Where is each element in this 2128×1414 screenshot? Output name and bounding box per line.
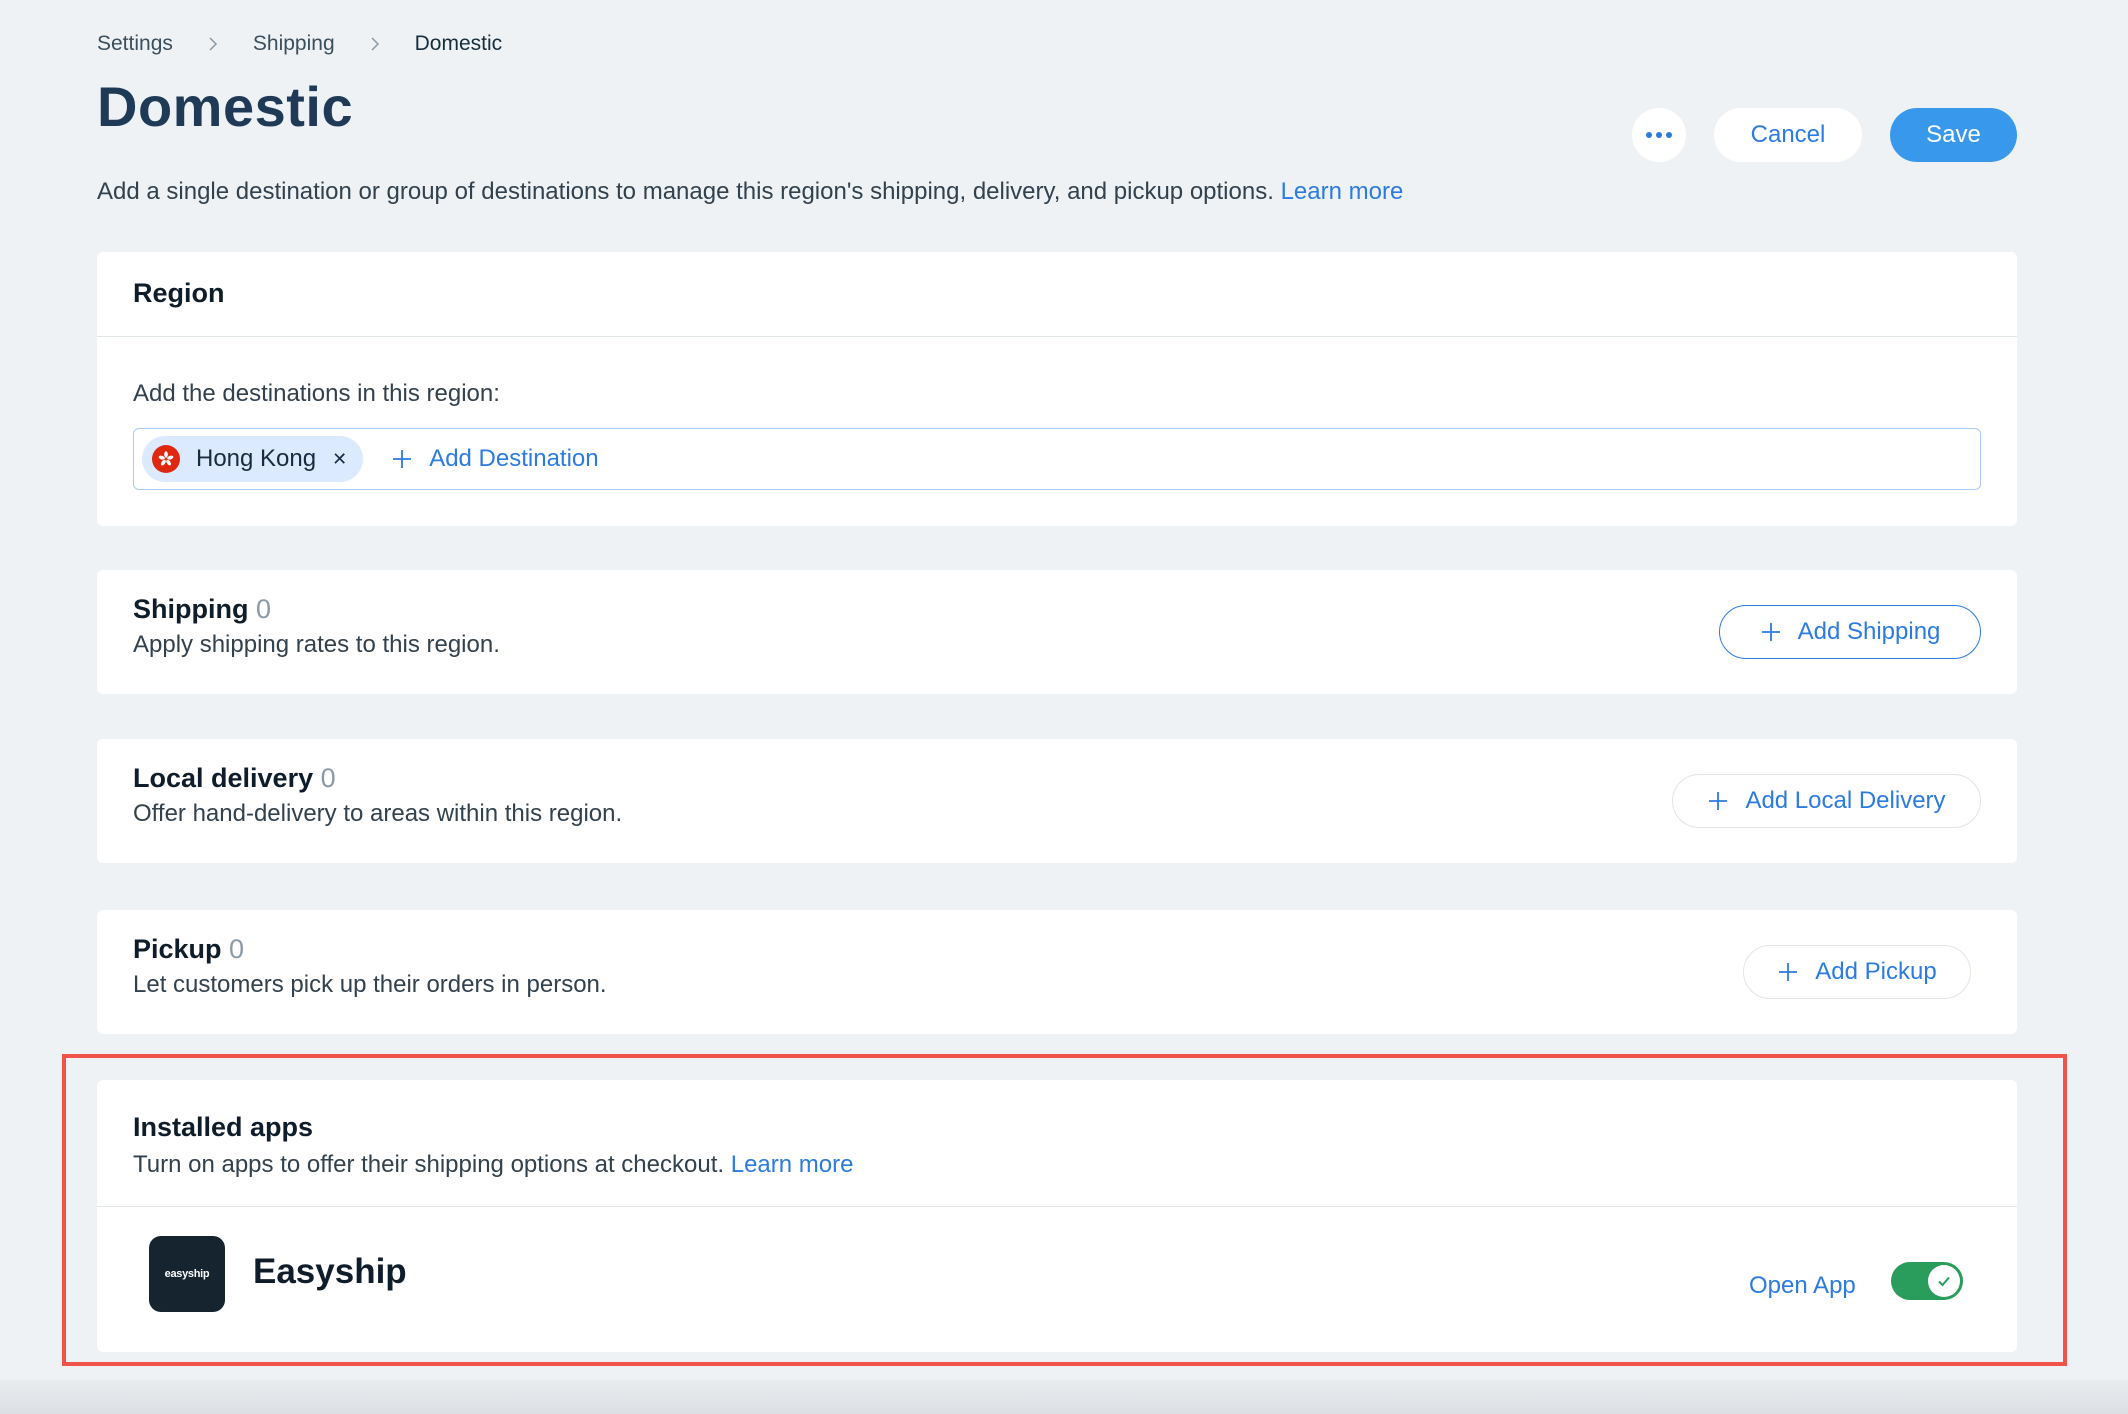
pickup-title: Pickup 0 <box>133 934 607 965</box>
pickup-description: Let customers pick up their orders in pe… <box>133 971 607 998</box>
destination-chip-label: Hong Kong <box>196 445 317 472</box>
app-name: Easyship <box>253 1252 407 1291</box>
breadcrumb-domestic: Domestic <box>414 32 503 55</box>
region-destinations-label: Add the destinations in this region: <box>133 380 500 407</box>
chevron-right-icon <box>355 32 395 56</box>
installed-apps-description-text: Turn on apps to offer their shipping opt… <box>133 1151 725 1178</box>
add-destination-label: Add Destination <box>429 445 599 472</box>
installed-apps-description: Turn on apps to offer their shipping opt… <box>133 1151 1981 1179</box>
pickup-texts: Pickup 0 Let customers pick up their ord… <box>133 934 607 999</box>
shipping-card: Shipping 0 Apply shipping rates to this … <box>97 570 2017 694</box>
save-button[interactable]: Save <box>1890 108 2017 162</box>
region-card-header: Region <box>97 252 2017 337</box>
add-pickup-label: Add Pickup <box>1815 958 1937 985</box>
checkmark-icon <box>1938 1276 1950 1287</box>
shipping-title-text: Shipping <box>133 594 249 624</box>
breadcrumb-settings[interactable]: Settings <box>97 32 173 56</box>
installed-apps-card: Installed apps Turn on apps to offer the… <box>97 1080 2017 1352</box>
region-card: Region Add the destinations in this regi… <box>97 252 2017 526</box>
local-delivery-texts: Local delivery 0 Offer hand-delivery to … <box>133 763 622 828</box>
local-delivery-description: Offer hand-delivery to areas within this… <box>133 800 623 827</box>
installed-apps-header: Installed apps Turn on apps to offer the… <box>97 1080 2017 1207</box>
page-description: Add a single destination or group of des… <box>97 178 1403 206</box>
local-delivery-title-text: Local delivery <box>133 763 314 793</box>
shipping-texts: Shipping 0 Apply shipping rates to this … <box>133 594 500 659</box>
pickup-count: 0 <box>229 934 245 964</box>
plus-icon <box>1761 623 1780 641</box>
more-horizontal-icon <box>1644 132 1674 138</box>
pickup-title-text: Pickup <box>133 934 222 964</box>
page-bottom-edge <box>0 1380 2128 1414</box>
app-enabled-toggle[interactable] <box>1891 1262 1963 1300</box>
breadcrumb: Settings Shipping Domestic <box>97 32 502 56</box>
learn-more-link[interactable]: Learn more <box>1281 178 1404 205</box>
installed-apps-title: Installed apps <box>133 1112 314 1142</box>
local-delivery-count: 0 <box>320 763 336 793</box>
add-shipping-button[interactable]: Add Shipping <box>1719 605 1981 659</box>
destinations-input[interactable]: Hong Kong ✕ Add Destination <box>133 428 1981 490</box>
remove-destination-icon[interactable]: ✕ <box>332 449 347 470</box>
shipping-title: Shipping 0 <box>133 594 500 625</box>
add-local-delivery-button[interactable]: Add Local Delivery <box>1672 774 1981 828</box>
chevron-right-icon <box>193 32 233 56</box>
shipping-count: 0 <box>256 594 272 624</box>
easyship-logo: easyship <box>149 1236 225 1312</box>
add-pickup-button[interactable]: Add Pickup <box>1743 945 1971 999</box>
app-row-easyship: easyship Easyship Open App <box>97 1208 2017 1352</box>
local-delivery-card: Local delivery 0 Offer hand-delivery to … <box>97 739 2017 863</box>
hong-kong-flag-icon <box>152 445 180 473</box>
shipping-region-page: Settings Shipping Domestic Domestic Add … <box>0 0 2128 1414</box>
plus-icon <box>1709 792 1728 810</box>
pickup-card: Pickup 0 Let customers pick up their ord… <box>97 910 2017 1034</box>
add-local-delivery-label: Add Local Delivery <box>1745 787 1946 814</box>
page-description-text: Add a single destination or group of des… <box>97 178 1274 205</box>
plus-icon <box>393 450 412 468</box>
page-title: Domestic <box>97 75 354 138</box>
breadcrumb-shipping[interactable]: Shipping <box>253 32 335 56</box>
destination-chip: Hong Kong ✕ <box>142 436 364 482</box>
plus-icon <box>1779 963 1798 981</box>
region-title: Region <box>133 278 225 308</box>
cancel-button[interactable]: Cancel <box>1714 108 1862 162</box>
open-app-link[interactable]: Open App <box>1749 1272 1856 1300</box>
add-shipping-label: Add Shipping <box>1797 618 1941 645</box>
local-delivery-title: Local delivery 0 <box>133 763 622 794</box>
installed-apps-learn-more-link[interactable]: Learn more <box>731 1151 854 1178</box>
toggle-knob <box>1928 1265 1960 1297</box>
shipping-description: Apply shipping rates to this region. <box>133 631 500 658</box>
more-actions-button[interactable] <box>1632 108 1686 162</box>
add-destination-button[interactable]: Add Destination <box>391 445 599 473</box>
